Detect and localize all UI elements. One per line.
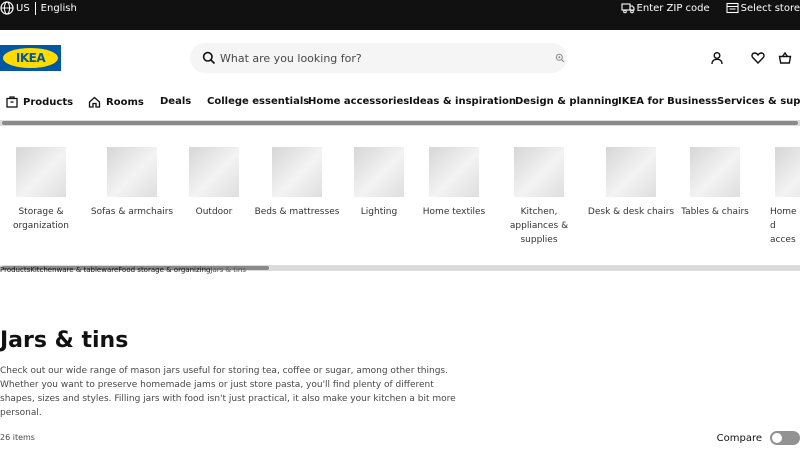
- breadcrumb: ProductsKitchenware & tablewareFood stor…: [0, 266, 246, 274]
- zip-code-label: Enter ZIP code: [636, 2, 710, 14]
- category-card[interactable]: Home d acces: [765, 147, 800, 247]
- home-icon: [88, 96, 101, 108]
- category-thumbnail: [606, 147, 656, 197]
- compare-label: Compare: [716, 432, 762, 444]
- nav-label: Design & planning: [515, 96, 619, 107]
- category-label: Home d acces: [770, 207, 797, 245]
- compare-toggle[interactable]: Compare: [717, 431, 800, 445]
- nav-label: College essentials: [207, 96, 310, 107]
- nav-item-services-support[interactable]: Services & support: [717, 96, 800, 107]
- nav-item-college-essentials[interactable]: College essentials: [207, 96, 309, 107]
- heart-icon[interactable]: [751, 51, 765, 65]
- category-card[interactable]: Storage & organization: [8, 147, 74, 233]
- store-icon: [726, 2, 739, 14]
- nav-item-rooms[interactable]: Rooms: [88, 96, 144, 108]
- logo-oval: IKEA: [3, 48, 58, 68]
- category-label: Beds & mattresses: [254, 207, 340, 217]
- page-title: Jars & tins: [0, 328, 129, 353]
- category-thumbnail: [354, 147, 404, 197]
- select-store-label: Select store: [740, 2, 800, 14]
- category-card[interactable]: Home textiles: [420, 147, 488, 219]
- top-bar: US English Enter ZIP code Select store: [0, 0, 800, 30]
- category-label: Outdoor: [195, 207, 233, 217]
- category-thumbnail: [107, 147, 157, 197]
- nav-label: IKEA for Business: [618, 96, 718, 107]
- item-count: 26 items: [0, 433, 35, 442]
- breadcrumb-link[interactable]: Products: [0, 266, 30, 274]
- truck-icon: [620, 3, 635, 14]
- category-card[interactable]: Tables & chairs: [681, 147, 749, 219]
- category-label: Home textiles: [422, 207, 486, 217]
- nav-item-products[interactable]: Products: [6, 96, 73, 108]
- nav-scrollbar[interactable]: [0, 120, 800, 126]
- category-thumbnail: [189, 147, 239, 197]
- nav-label: Deals: [160, 96, 192, 107]
- nav-item-deals[interactable]: Deals: [160, 96, 191, 107]
- visual-search-icon[interactable]: [555, 53, 565, 63]
- category-thumbnail: [775, 147, 800, 197]
- nav-label: Rooms: [106, 96, 144, 108]
- breadcrumb-link[interactable]: Food storage & organizing: [118, 266, 210, 274]
- locale-selector[interactable]: US English: [0, 0, 77, 16]
- page-description: Check out our wide range of mason jars u…: [0, 366, 456, 418]
- nav-label: Products: [23, 96, 74, 108]
- globe-icon: [0, 1, 14, 15]
- nav-scrollbar-thumb[interactable]: [2, 121, 798, 125]
- category-thumbnail: [272, 147, 322, 197]
- basket-icon[interactable]: [778, 51, 792, 65]
- locale-divider: [34, 1, 36, 15]
- search-bar: [190, 43, 567, 73]
- nav-item-home-accessories[interactable]: Home accessories: [308, 96, 409, 107]
- category-label: Desk & desk chairs: [587, 207, 675, 217]
- nav-item-design-planning[interactable]: Design & planning: [515, 96, 619, 107]
- search-input[interactable]: [220, 49, 530, 67]
- breadcrumb-link[interactable]: Kitchenware & tableware: [30, 266, 118, 274]
- category-card[interactable]: Kitchen, appliances & supplies: [505, 147, 573, 247]
- ikea-logo[interactable]: IKEA: [0, 45, 61, 71]
- category-thumbnail: [429, 147, 479, 197]
- category-label: Storage & organization: [13, 207, 69, 231]
- category-label: Kitchen, appliances & supplies: [509, 207, 569, 245]
- products-icon: [6, 96, 18, 108]
- category-card[interactable]: Outdoor: [184, 147, 244, 219]
- nav-label: Services & support: [717, 96, 800, 107]
- category-label: Lighting: [360, 207, 398, 217]
- category-card[interactable]: Desk & desk chairs: [587, 147, 675, 219]
- category-thumbnail: [514, 147, 564, 197]
- select-store-button[interactable]: Select store: [726, 2, 800, 14]
- nav-label: Ideas & inspiration: [409, 96, 517, 107]
- user-icon[interactable]: [710, 51, 724, 65]
- breadcrumb-current: Jars & tins: [210, 266, 247, 274]
- nav-item-ideas-inspiration[interactable]: Ideas & inspiration: [409, 96, 516, 107]
- search-icon[interactable]: [202, 51, 216, 65]
- category-label: Sofas & armchairs: [90, 207, 174, 217]
- category-card[interactable]: Lighting: [349, 147, 409, 219]
- nav-item-ikea-for-business[interactable]: IKEA for Business: [618, 96, 717, 107]
- category-thumbnail: [690, 147, 740, 197]
- language-label: English: [40, 2, 77, 14]
- compare-switch[interactable]: [770, 431, 800, 445]
- logo-text: IKEA: [15, 51, 46, 65]
- zip-code-button[interactable]: Enter ZIP code: [620, 2, 710, 14]
- main-nav: Products Rooms Deals College essentials …: [0, 94, 800, 112]
- category-card[interactable]: Sofas & armchairs: [87, 147, 177, 219]
- category-thumbnail: [16, 147, 66, 197]
- compare-switch-knob: [771, 432, 783, 444]
- category-card[interactable]: Beds & mattresses: [254, 147, 340, 219]
- nav-label: Home accessories: [308, 96, 410, 107]
- category-label: Tables & chairs: [681, 207, 749, 217]
- country-label: US: [16, 2, 30, 14]
